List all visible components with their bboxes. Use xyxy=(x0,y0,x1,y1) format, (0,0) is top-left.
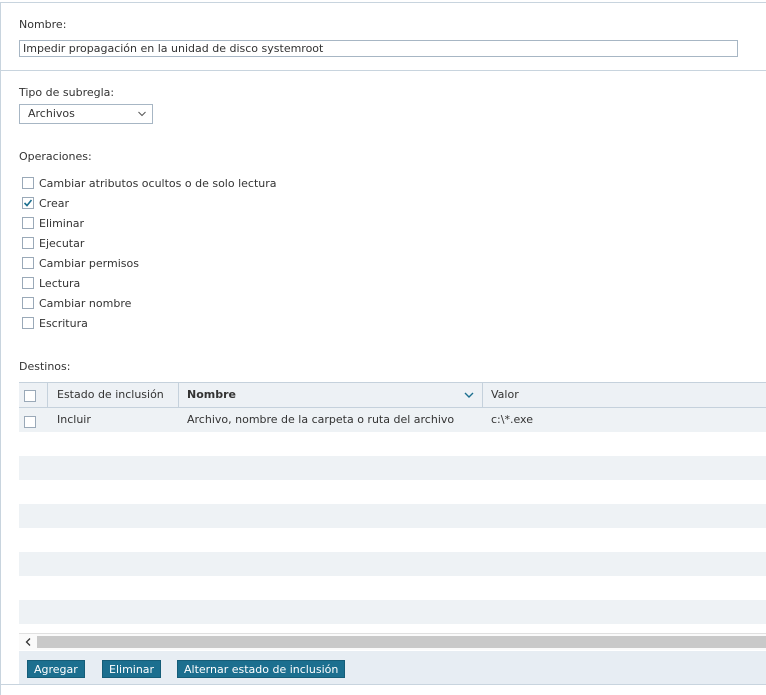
checkbox[interactable] xyxy=(22,257,34,269)
column-header-estado[interactable]: Estado de inclusión xyxy=(57,383,164,407)
chevron-left-icon xyxy=(25,638,30,646)
operation-label: Cambiar nombre xyxy=(39,296,132,310)
operation-item[interactable]: Lectura xyxy=(22,275,80,291)
chevron-down-icon xyxy=(138,111,146,117)
empty-row xyxy=(19,480,766,504)
operation-item[interactable]: Cambiar permisos xyxy=(22,255,139,271)
sort-chevron-icon[interactable] xyxy=(464,391,474,399)
subrule-type-select[interactable]: Archivos xyxy=(19,104,153,124)
operation-item[interactable]: Ejecutar xyxy=(22,235,84,251)
checkbox[interactable] xyxy=(22,237,34,249)
column-header-valor[interactable]: Valor xyxy=(491,383,519,407)
row-valor: c:\*.exe xyxy=(491,413,533,426)
checked-checkbox[interactable] xyxy=(22,197,34,209)
operation-label: Eliminar xyxy=(39,216,85,230)
row-estado: Incluir xyxy=(57,413,91,426)
column-divider xyxy=(47,383,48,407)
empty-row xyxy=(19,432,766,456)
empty-row xyxy=(19,528,766,552)
checkbox[interactable] xyxy=(22,277,34,289)
empty-row xyxy=(19,504,766,528)
select-all-checkbox[interactable] xyxy=(24,390,36,402)
top-border xyxy=(0,2,766,3)
operations-label: Operaciones: xyxy=(19,150,92,163)
checkmark-icon xyxy=(23,199,33,207)
column-header-nombre[interactable]: Nombre xyxy=(187,383,236,407)
operation-label: Cambiar atributos ocultos o de solo lect… xyxy=(39,176,277,190)
name-label: Nombre: xyxy=(19,18,67,31)
row-nombre: Archivo, nombre de la carpeta o ruta del… xyxy=(187,413,455,426)
checkbox[interactable] xyxy=(22,297,34,309)
empty-row xyxy=(19,576,766,600)
bottom-border xyxy=(0,684,766,685)
empty-row xyxy=(19,456,766,480)
empty-row xyxy=(19,552,766,576)
operation-item[interactable]: Cambiar atributos ocultos o de solo lect… xyxy=(22,175,277,191)
operation-item[interactable]: Escritura xyxy=(22,315,88,331)
column-divider xyxy=(178,383,179,407)
scroll-thumb[interactable] xyxy=(37,636,766,648)
checkbox[interactable] xyxy=(22,217,34,229)
row-checkbox[interactable] xyxy=(24,416,36,428)
toggle-inclusion-button[interactable]: Alternar estado de inclusión xyxy=(177,660,346,678)
operation-label: Escritura xyxy=(39,316,88,330)
name-input[interactable] xyxy=(19,40,738,57)
subrule-type-label: Tipo de subregla: xyxy=(19,86,115,99)
scroll-left-button[interactable] xyxy=(19,634,36,650)
operation-label: Lectura xyxy=(39,276,81,290)
targets-label: Destinos: xyxy=(19,360,71,373)
checkbox[interactable] xyxy=(22,317,34,329)
checkbox[interactable] xyxy=(22,177,34,189)
button-bar: Agregar Eliminar Alternar estado de incl… xyxy=(19,651,766,684)
horizontal-scrollbar[interactable] xyxy=(19,633,766,650)
operation-label: Ejecutar xyxy=(39,236,85,250)
column-divider xyxy=(482,383,483,407)
operation-label: Crear xyxy=(39,196,69,210)
operation-label: Cambiar permisos xyxy=(39,256,139,270)
empty-row xyxy=(19,600,766,624)
subrule-type-value: Archivos xyxy=(28,107,75,120)
remove-button[interactable]: Eliminar xyxy=(102,660,162,678)
grid-header: Estado de inclusión Nombre Valor xyxy=(19,382,766,408)
table-row[interactable]: Incluir Archivo, nombre de la carpeta o … xyxy=(19,408,766,432)
add-button[interactable]: Agregar xyxy=(27,660,85,678)
section-divider xyxy=(0,70,766,71)
operation-item[interactable]: Eliminar xyxy=(22,215,84,231)
left-border xyxy=(0,2,1,695)
operation-item[interactable]: Crear xyxy=(22,195,69,211)
operation-item[interactable]: Cambiar nombre xyxy=(22,295,131,311)
